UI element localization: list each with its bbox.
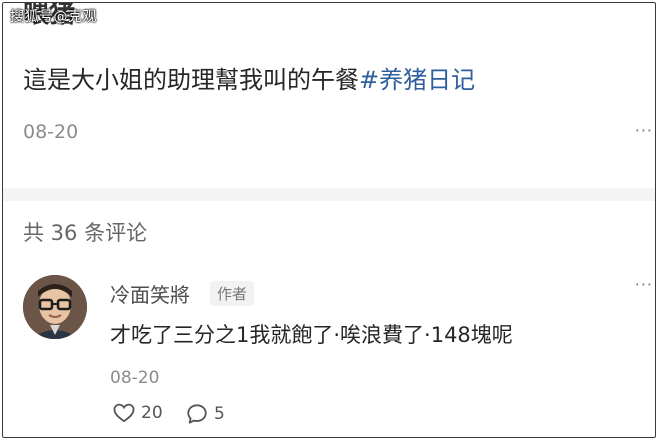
comment-author[interactable]: 冷面笑將 (110, 279, 190, 308)
watermark: 搜狐号@克观 (10, 9, 97, 25)
post-more-icon[interactable]: ··· (635, 121, 653, 140)
comment-date: 08-20 (110, 368, 160, 388)
post-date: 08-20 (23, 121, 79, 143)
author-badge: 作者 (210, 281, 255, 306)
comment-bubble-icon (187, 404, 207, 424)
like-button[interactable]: 20 (113, 403, 163, 423)
post-text: 這是大小姐的助理幫我叫的午餐#养猪日记 (23, 60, 475, 95)
reply-count: 5 (214, 404, 225, 424)
like-count: 20 (141, 403, 163, 423)
heart-icon (113, 403, 135, 423)
reply-button[interactable]: 5 (186, 403, 225, 425)
comment-more-icon[interactable]: ··· (635, 275, 653, 294)
comment-count: 共 36 条评论 (23, 221, 148, 245)
section-divider (3, 188, 655, 201)
hashtag-link[interactable]: #养猪日记 (359, 66, 475, 94)
avatar[interactable] (23, 275, 87, 339)
comment-text: 才吃了三分之1我就飽了·唉浪費了·148塊呢 (110, 323, 513, 347)
post-detail-panel: 喂猪 這是大小姐的助理幫我叫的午餐#养猪日记 08-20 ··· 共 36 条评… (2, 2, 656, 438)
avatar-glasses-man-icon (23, 275, 87, 339)
post-body: 這是大小姐的助理幫我叫的午餐 (23, 66, 359, 94)
